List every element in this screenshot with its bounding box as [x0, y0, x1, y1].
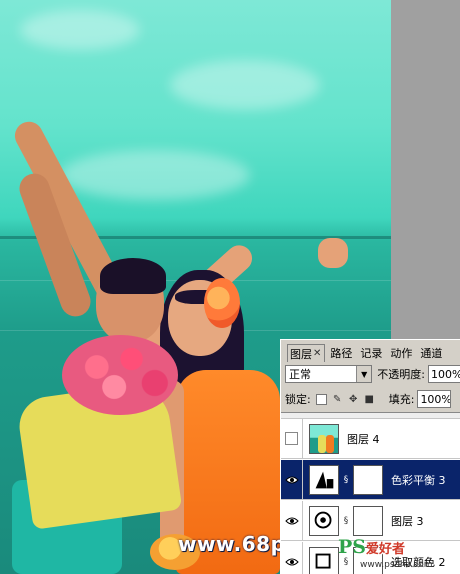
- cloud: [20, 10, 140, 50]
- opacity-label: 不透明度:: [377, 368, 425, 381]
- tab-paths[interactable]: 路径: [327, 344, 355, 362]
- chain-link-icon[interactable]: §: [342, 475, 350, 485]
- blend-mode-value: 正常: [289, 368, 311, 381]
- layer-row-layer-3[interactable]: § 图层 3: [281, 500, 460, 541]
- blend-mode-select[interactable]: 正常 ▼: [285, 365, 373, 383]
- chain-link-icon[interactable]: §: [342, 516, 350, 526]
- opacity-value: 100%: [430, 367, 460, 381]
- layer-mask-thumbnail[interactable]: [353, 505, 383, 536]
- lock-transparency-icon[interactable]: [315, 393, 327, 405]
- lock-row: 锁定: ✎ ✥ ■ 填充: 100%: [281, 388, 460, 410]
- lock-label: 锁定:: [285, 393, 311, 406]
- chain-link-icon[interactable]: §: [342, 557, 350, 567]
- visibility-toggle[interactable]: [281, 459, 303, 500]
- visibility-toggle[interactable]: [281, 500, 303, 541]
- lock-pixels-icon[interactable]: ✎: [332, 394, 343, 405]
- lock-position-icon[interactable]: ✥: [348, 394, 359, 405]
- layer-name: 图层 4: [347, 432, 380, 446]
- psahz-url: www.psahz.com: [360, 560, 433, 570]
- tab-label: 路径: [330, 347, 353, 360]
- eye-icon: [284, 558, 299, 565]
- tab-label: 动作: [390, 347, 413, 360]
- tab-label: 通道: [420, 347, 443, 360]
- eye-icon: [284, 517, 299, 524]
- panel-tabs: 图层 ✕ 路径 记录 动作 通道: [281, 340, 460, 362]
- tab-layers[interactable]: 图层 ✕: [287, 344, 326, 362]
- visibility-box: [285, 432, 298, 445]
- hair-flower: [204, 278, 240, 328]
- eye-icon: [284, 476, 299, 483]
- lock-all-icon[interactable]: ■: [364, 394, 375, 405]
- layer-name: 色彩平衡 3: [391, 473, 446, 487]
- layer-thumbnail: [309, 423, 339, 454]
- cloud: [170, 60, 320, 110]
- blend-row: 正常 ▼ 不透明度: 100%: [281, 362, 460, 386]
- visibility-toggle[interactable]: [281, 418, 303, 459]
- tab-label: 记录: [360, 347, 383, 360]
- tab-actions[interactable]: 动作: [387, 344, 415, 362]
- layer-row-layer-4[interactable]: 图层 4: [281, 418, 460, 459]
- adjustment-icon: [309, 464, 339, 495]
- adjustment-icon: [309, 505, 339, 536]
- layer-row-color-balance-3[interactable]: § 色彩平衡 3: [281, 459, 460, 500]
- man-hair: [100, 258, 166, 294]
- tab-history[interactable]: 记录: [357, 344, 385, 362]
- adjustment-icon: [309, 546, 339, 574]
- cloud: [60, 150, 250, 200]
- opacity-input[interactable]: 100%: [427, 365, 460, 383]
- psahz-logo: PS爱好者: [338, 536, 405, 558]
- chevron-down-icon[interactable]: ▼: [356, 366, 372, 382]
- logo-subtext: 爱好者: [366, 542, 406, 557]
- tab-channels[interactable]: 通道: [417, 344, 445, 362]
- woman-hand: [318, 238, 348, 268]
- close-icon[interactable]: ✕: [313, 348, 321, 359]
- flower-lei: [62, 335, 178, 415]
- layer-mask-thumbnail[interactable]: [353, 464, 383, 495]
- fill-label: 填充:: [388, 393, 415, 406]
- fill-value: 100%: [420, 392, 452, 406]
- visibility-toggle[interactable]: [281, 541, 303, 574]
- layer-name: 图层 3: [391, 514, 424, 528]
- logo-text: PS: [338, 536, 367, 558]
- tab-label: 图层: [290, 347, 312, 361]
- fill-input[interactable]: 100%: [417, 390, 452, 408]
